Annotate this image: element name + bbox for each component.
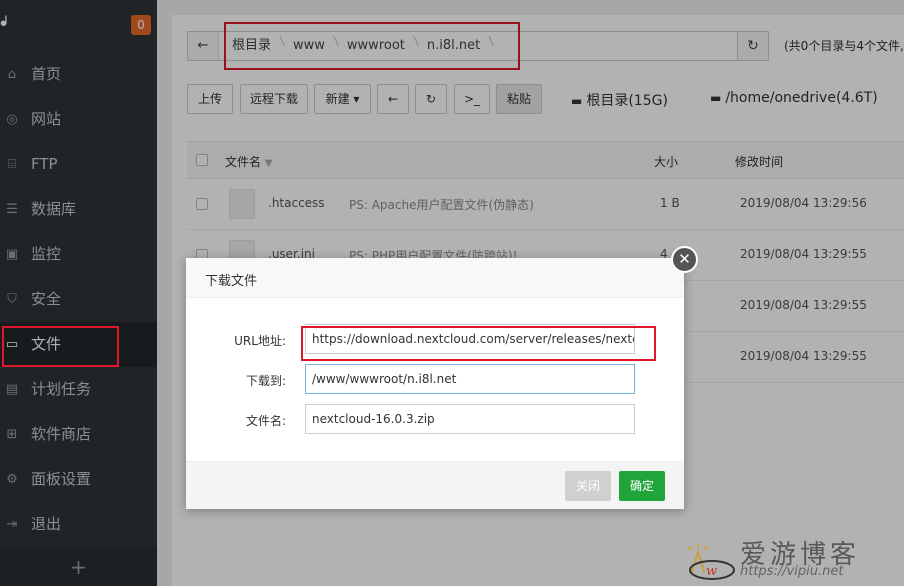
dest-label: 下载到: [245,374,286,388]
close-icon: ✕ [678,250,691,268]
confirm-button[interactable]: 确定 [619,471,665,501]
url-highlight [301,326,656,361]
dialog-title: 下载文件 [205,274,258,289]
filename-input[interactable]: nextcloud-16.0.3.zip [305,404,635,434]
close-button[interactable]: 关闭 [565,471,611,501]
dialog-footer: 关闭 确定 [186,461,684,509]
dialog-close-button[interactable]: ✕ [671,246,698,273]
watermark: w 爱游博客 https://vipiu.net [680,528,900,586]
svg-text:w: w [706,564,717,579]
dest-input[interactable]: /www/wwwroot/n.i8l.net [305,364,635,394]
filename-label: 文件名: [245,414,286,428]
download-file-dialog: 下载文件 URL地址: https://download.nextcloud.c… [186,258,684,509]
file-menu-highlight [2,326,119,367]
url-label: URL地址: [234,334,286,348]
watermark-url: https://vipiu.net [740,564,844,579]
dialog-header: 下载文件 [186,258,684,298]
watermark-logo-icon: w [688,544,735,580]
